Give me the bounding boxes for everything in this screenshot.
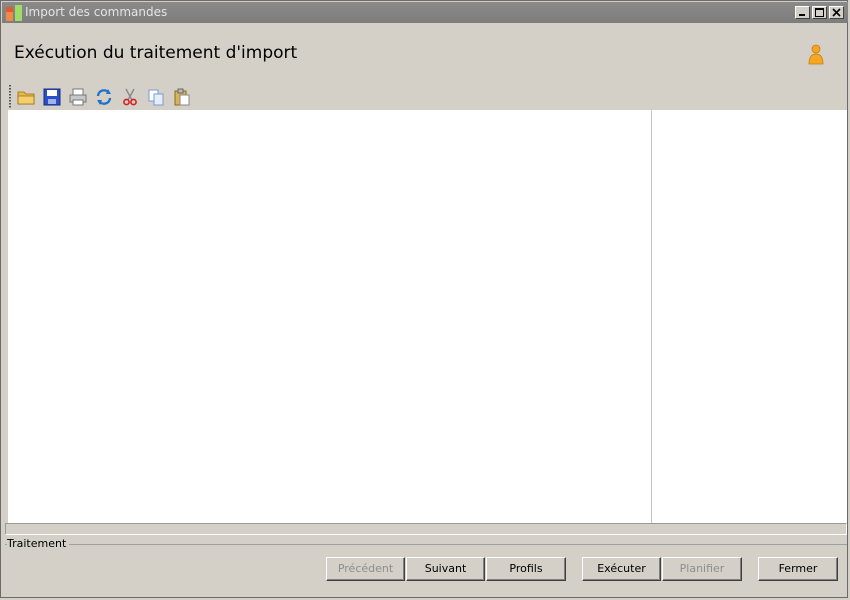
paste-icon[interactable] — [172, 87, 192, 107]
maximize-button[interactable] — [812, 6, 827, 19]
profils-button[interactable]: Profils — [486, 557, 566, 581]
refresh-icon[interactable] — [94, 87, 114, 107]
precedent-button[interactable]: Précédent — [326, 557, 405, 581]
title-bar[interactable]: Import des commandes — [2, 2, 848, 23]
copy-icon[interactable] — [146, 87, 166, 107]
fermer-button[interactable]: Fermer — [758, 557, 838, 581]
main-content-panel[interactable] — [8, 110, 847, 523]
print-icon[interactable] — [68, 87, 88, 107]
window-title: Import des commandes — [25, 5, 168, 19]
group-label: Traitement — [7, 537, 70, 550]
close-icon — [832, 8, 841, 17]
open-folder-icon[interactable] — [16, 87, 36, 107]
toolbar-grip[interactable] — [9, 85, 11, 109]
cut-icon[interactable] — [120, 87, 140, 107]
minimize-button[interactable] — [795, 6, 810, 19]
app-icon — [6, 5, 22, 21]
progress-bar — [5, 523, 847, 535]
suivant-button[interactable]: Suivant — [406, 557, 485, 581]
close-button[interactable] — [829, 6, 844, 19]
save-icon[interactable] — [42, 87, 62, 107]
user-icon[interactable] — [807, 44, 825, 66]
panel-splitter[interactable] — [651, 110, 652, 523]
page-title: Exécution du traitement d'import — [14, 43, 298, 63]
maximize-icon — [815, 8, 824, 17]
minimize-icon — [799, 14, 805, 16]
planifier-button[interactable]: Planifier — [662, 557, 742, 581]
main-window: Import des commandes Exécution du traite… — [0, 0, 848, 598]
executer-button[interactable]: Exécuter — [582, 557, 661, 581]
toolbar — [9, 85, 209, 109]
